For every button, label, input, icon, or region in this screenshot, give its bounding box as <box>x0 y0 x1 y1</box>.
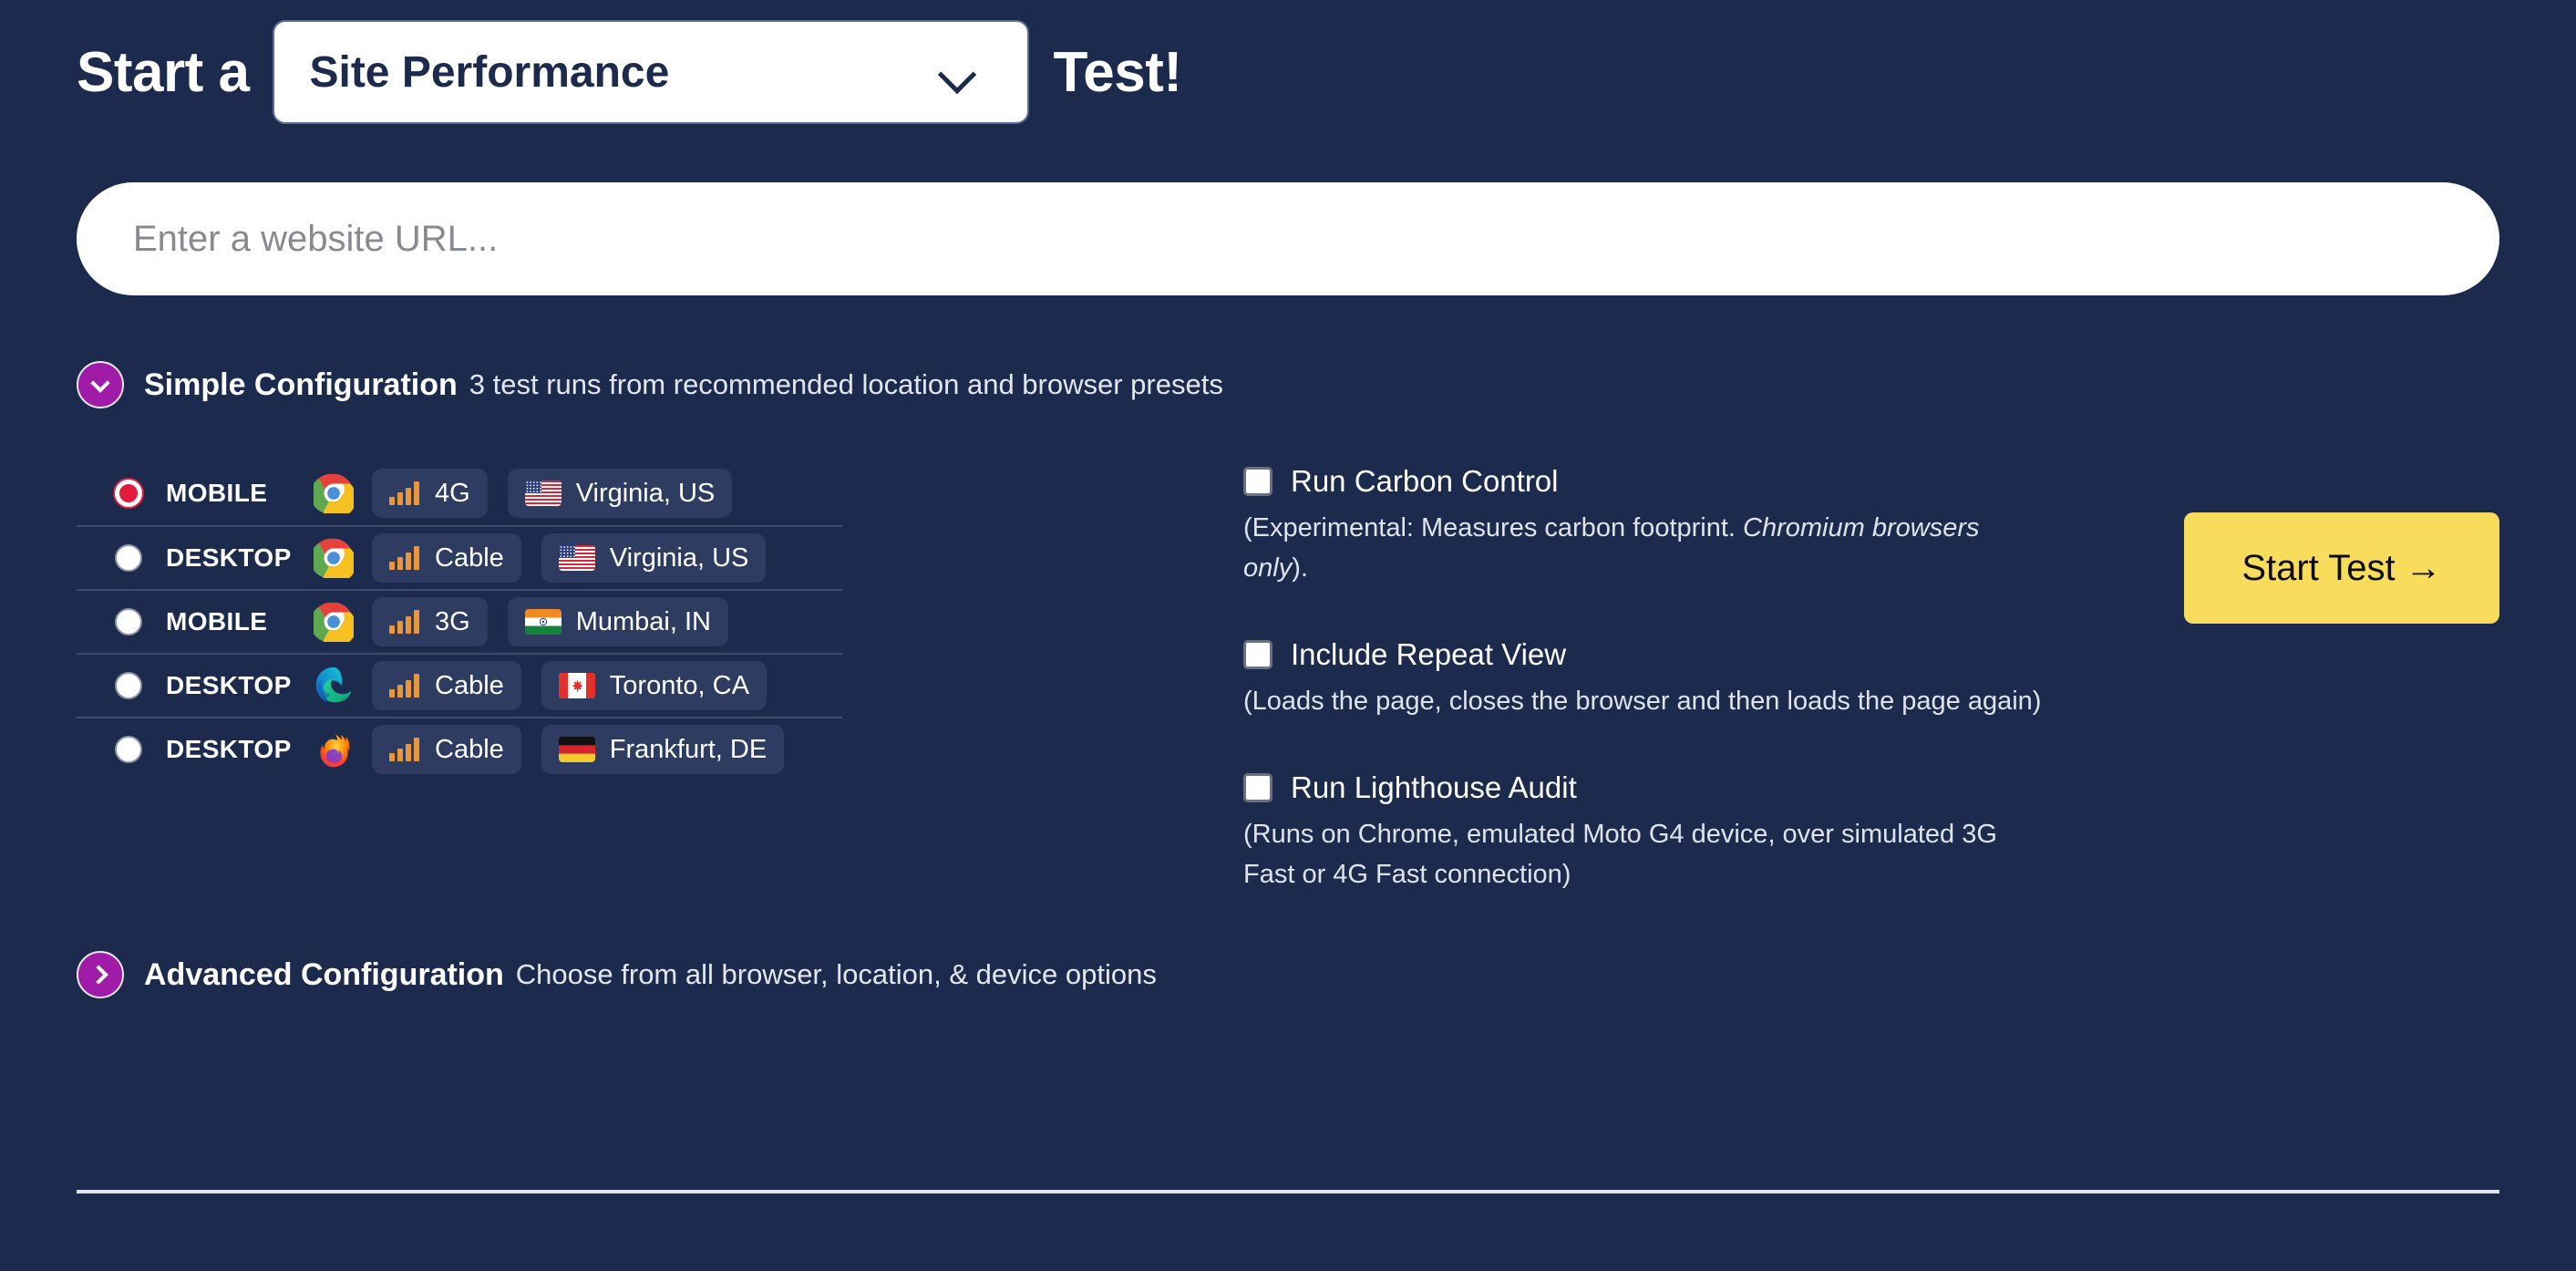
location-chip: Toronto, CA <box>541 661 767 710</box>
preset-device-label: MOBILE <box>166 607 268 636</box>
preset-radio[interactable] <box>115 608 142 636</box>
search-input[interactable] <box>77 182 2499 295</box>
preset-radio[interactable] <box>115 544 142 572</box>
location-label: Mumbai, IN <box>575 606 711 636</box>
flag-de-icon <box>558 737 595 762</box>
flag-us-icon <box>524 480 562 506</box>
preset-device-label: DESKTOP <box>166 543 292 572</box>
configuration-body: MOBILE 4G Virginia, US DESKTOP Cable Virg… <box>77 461 2499 894</box>
option-checkbox[interactable] <box>1243 467 1273 496</box>
option-checkbox[interactable] <box>1243 640 1273 669</box>
chrome-icon <box>314 538 354 578</box>
test-option: Run Carbon Control (Experimental: Measure… <box>1243 463 2246 588</box>
chrome-icon <box>314 602 354 642</box>
preset-radio[interactable] <box>115 736 142 763</box>
option-desc-prefix: (Experimental: Measures carbon footprint… <box>1243 513 1744 542</box>
option-toggle-row[interactable]: Include Repeat View <box>1243 636 2246 673</box>
option-toggle-row[interactable]: Run Carbon Control <box>1243 463 2246 500</box>
preset-row[interactable]: DESKTOP Cable Virginia, US <box>77 525 842 589</box>
preset-device-label: DESKTOP <box>166 671 292 699</box>
preset-row[interactable]: MOBILE 4G Virginia, US <box>77 461 842 525</box>
test-options-list: Run Carbon Control (Experimental: Measure… <box>1243 461 2246 894</box>
footer-divider <box>77 1190 2499 1194</box>
option-label: Run Carbon Control <box>1291 464 1559 498</box>
preset-radio[interactable] <box>115 672 142 699</box>
location-chip: Mumbai, IN <box>507 597 728 646</box>
simple-configuration-subtitle: 3 test runs from recommended location an… <box>469 368 1223 400</box>
connection-label: Cable <box>435 670 504 700</box>
location-chip: Virginia, US <box>507 469 733 518</box>
option-label: Include Repeat View <box>1291 637 1567 671</box>
preset-row[interactable]: MOBILE 3G Mumbai, IN <box>77 589 842 653</box>
test-type-selected-label: Site Performance <box>309 47 670 97</box>
option-label: Run Lighthouse Audit <box>1291 770 1577 804</box>
simple-configuration-title: Simple Configuration <box>144 367 458 402</box>
firefox-icon <box>320 734 350 768</box>
preset-row[interactable]: DESKTOP Cable Frankfurt, DE <box>77 717 842 780</box>
start-test-button[interactable]: Start Test → <box>2184 512 2499 624</box>
chevron-down-circle-icon <box>77 361 124 408</box>
page-title-prefix: Start a <box>77 40 250 104</box>
location-label: Virginia, US <box>575 478 716 508</box>
chevron-down-icon <box>938 55 977 95</box>
preset-list: MOBILE 4G Virginia, US DESKTOP Cable Virg… <box>77 461 842 780</box>
connection-chip: Cable <box>372 725 521 774</box>
test-configuration-page: Start a Site Performance Test! Simple Co… <box>0 0 2576 1271</box>
preset-device-label: DESKTOP <box>166 735 292 763</box>
simple-configuration-header[interactable]: Simple Configuration 3 test runs from re… <box>77 361 2499 408</box>
advanced-configuration-subtitle: Choose from all browser, location, & dev… <box>515 958 1157 990</box>
preset-device-label: MOBILE <box>166 479 268 507</box>
page-title-row: Start a Site Performance Test! <box>77 0 2499 137</box>
test-option: Run Lighthouse Audit (Runs on Chrome, emu… <box>1243 770 2246 894</box>
option-desc-prefix: (Runs on Chrome, emulated Moto G4 device… <box>1243 820 1997 889</box>
signal-bars-icon <box>389 546 422 570</box>
url-input-wrapper <box>77 182 2499 295</box>
flag-us-icon <box>558 545 595 571</box>
signal-bars-icon <box>389 738 422 761</box>
page-title-suffix: Test! <box>1053 40 1182 104</box>
signal-bars-icon <box>389 610 422 634</box>
flag-in-icon <box>524 609 562 635</box>
option-description: (Experimental: Measures carbon footprint… <box>1243 508 2045 588</box>
location-label: Virginia, US <box>609 542 749 573</box>
test-type-dropdown[interactable]: Site Performance <box>273 20 1030 124</box>
advanced-configuration-title: Advanced Configuration <box>144 956 504 992</box>
option-toggle-row[interactable]: Run Lighthouse Audit <box>1243 770 2246 806</box>
option-description: (Runs on Chrome, emulated Moto G4 device… <box>1243 814 2045 894</box>
option-checkbox[interactable] <box>1243 773 1273 802</box>
connection-chip: 4G <box>372 469 488 518</box>
test-option: Include Repeat View (Loads the page, clos… <box>1243 636 2246 721</box>
option-description: (Loads the page, closes the browser and … <box>1243 681 2045 721</box>
connection-label: 4G <box>435 478 470 508</box>
advanced-configuration-header[interactable]: Advanced Configuration Choose from all b… <box>77 951 2499 998</box>
connection-chip: Cable <box>372 661 521 710</box>
location-label: Toronto, CA <box>609 670 749 700</box>
connection-chip: 3G <box>372 597 488 646</box>
location-chip: Virginia, US <box>541 533 767 583</box>
signal-bars-icon <box>389 674 422 698</box>
flag-ca-icon <box>558 673 595 698</box>
chrome-icon <box>314 473 354 513</box>
option-desc-suffix: ). <box>1292 553 1308 583</box>
connection-label: Cable <box>435 542 504 573</box>
connection-chip: Cable <box>372 533 521 583</box>
location-label: Frankfurt, DE <box>609 734 768 764</box>
location-chip: Frankfurt, DE <box>541 725 785 774</box>
connection-label: 3G <box>435 606 470 636</box>
preset-row[interactable]: DESKTOP Cable Toronto, CA <box>77 653 842 717</box>
connection-label: Cable <box>435 734 504 764</box>
option-desc-prefix: (Loads the page, closes the browser and … <box>1243 687 2042 716</box>
edge-icon <box>315 666 352 703</box>
signal-bars-icon <box>389 481 422 505</box>
preset-radio[interactable] <box>115 480 142 507</box>
chevron-right-circle-icon <box>77 951 124 998</box>
